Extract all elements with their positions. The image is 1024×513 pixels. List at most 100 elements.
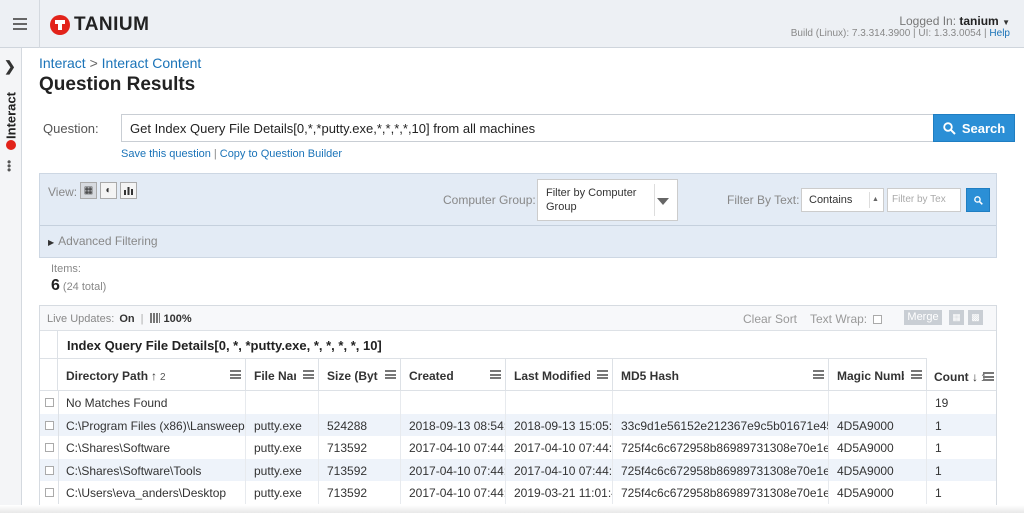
export-icon[interactable]: ▦: [949, 310, 964, 325]
items-count: 6 (24 total): [51, 277, 106, 295]
count-cell: 1: [935, 463, 942, 478]
table-cell: C:\Shares\Software\Tools: [58, 458, 246, 481]
column-header-1[interactable]: File Name: [246, 359, 319, 391]
dropdown-arrow-icon: [657, 198, 669, 205]
pie-chart-icon[interactable]: ◐: [100, 182, 117, 199]
column-menu-icon[interactable]: [813, 370, 824, 379]
count-cell: 1: [935, 486, 942, 500]
grid-view-icon[interactable]: ▦: [80, 182, 97, 199]
table-cell: C:\Users\eva_anders\Desktop: [58, 481, 246, 504]
table-cell: 2017-04-10 07:44:00: [401, 436, 506, 459]
progress-bars-icon: [149, 313, 160, 323]
column-header-4[interactable]: Last Modified: [506, 359, 613, 391]
select-arrows-icon: ▲: [869, 192, 881, 208]
column-menu-icon[interactable]: [597, 370, 608, 379]
clear-sort-button[interactable]: Clear Sort: [743, 312, 797, 326]
row-checkbox[interactable]: [45, 398, 54, 407]
save-icon[interactable]: ▩: [968, 310, 983, 325]
table-row[interactable]: C:\Shares\Software\Tools putty.exe 713592 2…: [40, 458, 996, 481]
hamburger-menu-icon[interactable]: [0, 0, 40, 48]
bar-chart-icon[interactable]: [120, 182, 137, 199]
table-cell: 2017-04-10 07:44:00: [401, 458, 506, 481]
grid-title-row: Index Query File Details[0, *, *putty.ex…: [40, 331, 927, 359]
table-row[interactable]: No Matches Found 19: [40, 391, 996, 414]
build-info: Build (Linux): 7.3.314.3900 | UI: 1.3.3.…: [791, 28, 1010, 39]
row-checkbox[interactable]: [45, 443, 54, 452]
search-button[interactable]: Search: [933, 114, 1015, 142]
logged-in-label: Logged In:: [899, 14, 957, 28]
sort-asc-icon: ↑: [151, 369, 158, 383]
breadcrumb-interact[interactable]: Interact: [39, 55, 86, 71]
count-cell: 19: [935, 396, 949, 410]
advanced-filtering-toggle[interactable]: ▶ Advanced Filtering: [48, 234, 158, 248]
question-label: Question:: [43, 121, 99, 136]
table-cell: 2017-04-10 07:44:0: [506, 436, 613, 459]
table-cell: 2018-09-13 08:54:25: [401, 413, 506, 436]
table-cell: 2019-03-21 11:01:4: [506, 481, 613, 504]
filter-text-label: Filter By Text:: [727, 193, 800, 207]
column-header-5[interactable]: MD5 Hash: [613, 359, 829, 391]
column-menu-icon[interactable]: [303, 370, 314, 379]
user-menu[interactable]: Logged In: tanium ▼: [899, 14, 1010, 28]
count-cell: 1: [935, 418, 942, 433]
search-icon: [973, 195, 983, 205]
table-cell: No Matches Found: [58, 391, 246, 414]
more-vertical-icon[interactable]: • • •: [7, 156, 11, 176]
table-cell: 713592: [319, 481, 401, 504]
tanium-logo-mark: [50, 15, 70, 35]
row-checkbox[interactable]: [45, 488, 54, 497]
column-header-6[interactable]: Magic Number: [829, 359, 927, 391]
table-cell: [401, 391, 506, 414]
table-cell: [246, 391, 319, 414]
column-menu-icon[interactable]: [983, 372, 994, 381]
chevron-right-icon[interactable]: ❯: [4, 58, 16, 75]
row-checkbox[interactable]: [45, 420, 54, 430]
live-updates-label: Live Updates:: [47, 313, 115, 325]
computer-group-select[interactable]: Filter by Computer Group: [537, 179, 678, 221]
column-header-0[interactable]: Directory Path ↑ 2: [58, 359, 246, 391]
table-cell: 713592: [319, 436, 401, 459]
question-input[interactable]: Get Index Query File Details[0,*,*putty.…: [121, 114, 934, 142]
merge-button[interactable]: Merge: [904, 310, 942, 325]
filter-text-placeholder: Filter by Tex: [892, 194, 946, 205]
help-link[interactable]: Help: [989, 28, 1010, 39]
side-rail-label[interactable]: Interact: [4, 85, 19, 147]
column-header-count[interactable]: Count ↓ 1: [927, 331, 996, 391]
table-cell: 2017-04-10 07:44:0: [506, 458, 613, 481]
filter-mode-select[interactable]: Contains ▲: [801, 188, 884, 212]
breadcrumb-interact-content[interactable]: Interact Content: [102, 55, 202, 71]
grid-title: Index Query File Details[0, *, *putty.ex…: [67, 338, 382, 353]
table-cell: 524288: [319, 413, 401, 436]
view-label: View:: [48, 185, 78, 199]
items-count-value: 6: [51, 277, 60, 294]
text-wrap-checkbox[interactable]: [873, 315, 883, 324]
table-row[interactable]: C:\Users\eva_anders\Desktop putty.exe 7135…: [40, 481, 996, 504]
column-header-2[interactable]: Size (Bytes): [319, 359, 401, 391]
side-rail: ❯ Interact • • •: [0, 48, 22, 513]
save-question-link[interactable]: Save this question: [121, 148, 211, 160]
live-updates[interactable]: Live Updates: On | 100%: [47, 313, 192, 325]
page-bottom-shadow: [0, 505, 1024, 513]
column-menu-icon[interactable]: [911, 370, 922, 379]
column-menu-icon[interactable]: [490, 370, 501, 379]
table-cell: [506, 391, 613, 414]
interact-module-icon: [6, 140, 16, 150]
caret-down-icon: ▼: [1002, 18, 1010, 27]
text-wrap-toggle[interactable]: Text Wrap:: [810, 312, 883, 326]
filter-text-input[interactable]: Filter by Tex: [887, 188, 961, 212]
table-cell: C:\Shares\Software: [58, 436, 246, 459]
sort-desc-icon: ↓: [972, 370, 978, 384]
search-button-label: Search: [961, 120, 1006, 136]
column-header-label: Created: [409, 369, 454, 383]
table-cell: 725f4c6c672958b86989731308e70e1e: [613, 458, 829, 481]
column-menu-icon[interactable]: [385, 370, 396, 379]
column-header-3[interactable]: Created: [401, 359, 506, 391]
breadcrumb: Interact > Interact Content: [39, 55, 201, 71]
grid-toolbar: Live Updates: On | 100% Clear Sort Text W…: [40, 306, 996, 331]
copy-to-builder-link[interactable]: Copy to Question Builder: [220, 148, 342, 160]
table-row[interactable]: C:\Program Files (x86)\Lansweeper\ putty.…: [40, 413, 996, 436]
column-menu-icon[interactable]: [230, 370, 241, 379]
table-row[interactable]: C:\Shares\Software putty.exe 713592 2017-04…: [40, 436, 996, 459]
row-checkbox[interactable]: [45, 465, 54, 475]
filter-search-button[interactable]: [966, 188, 990, 212]
